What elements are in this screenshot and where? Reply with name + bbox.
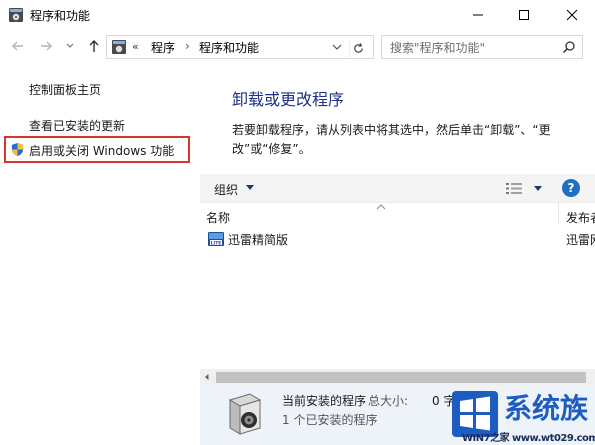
search-box[interactable]: 搜索"程序和功能" [381,35,583,59]
list-toolbar: 组织 ? [200,174,595,203]
view-options-icon[interactable] [506,182,522,195]
organize-button[interactable]: 组织 [214,181,238,198]
help-icon[interactable]: ? [562,179,580,197]
table-row[interactable]: LITE 迅雷精简版 迅雷网络 [206,229,595,249]
column-header-publisher[interactable]: 发布者 [566,209,595,226]
address-overflow[interactable]: « [132,40,139,53]
view-dropdown-icon[interactable] [534,186,542,191]
horizontal-scrollbar[interactable] [200,369,595,386]
up-arrow-icon [89,40,99,52]
installed-programs-icon [228,393,262,435]
sidebar-item-control-panel-home[interactable]: 控制面板主页 [29,81,101,98]
installed-count: 1 个已安装的程序 [282,413,378,427]
shield-icon [11,142,24,157]
breadcrumb-programs-features[interactable]: 程序和功能 [199,39,259,56]
sort-ascending-icon [376,204,386,210]
search-input[interactable]: 搜索"程序和功能" [390,39,485,56]
programs-app-icon [9,8,23,22]
sidebar-item-label: 启用或关闭 Windows 功能 [29,144,175,158]
refresh-button[interactable] [349,39,367,57]
refresh-icon [354,42,363,53]
sidebar: 控制面板主页 查看已安装的更新 启用或关闭 Windows 功能 [0,64,200,445]
minimize-icon [473,14,483,16]
page-description: 若要卸载程序，请从列表中将其选中，然后单击“卸载”、“更改”或“修复”。 [232,123,551,156]
address-bar[interactable]: « 程序 › 程序和功能 [106,35,374,59]
search-icon[interactable] [562,40,576,54]
installed-programs-label: 当前安装的程序 [282,394,367,408]
navigation-bar: « 程序 › 程序和功能 搜索"程序和功能" [0,30,595,64]
minimize-button[interactable] [455,0,501,30]
column-header-name[interactable]: 名称 [206,209,230,226]
control-panel-icon [112,40,126,54]
watermark: 系统族 WIN7之家 www.wt029.com [448,385,595,445]
recent-locations-button[interactable] [62,38,78,54]
up-button[interactable] [86,38,102,54]
maximize-button[interactable] [501,0,547,30]
program-publisher: 迅雷网络 [566,233,595,247]
svg-text:LITE: LITE [211,240,222,246]
sidebar-item-view-installed-updates[interactable]: 查看已安装的更新 [29,117,125,134]
chevron-down-icon [66,43,74,48]
close-icon [566,9,578,21]
chevron-down-icon[interactable] [330,40,344,54]
scrollbar-thumb[interactable] [216,372,586,383]
program-name: 迅雷精简版 [228,233,289,247]
program-list: 名称 发布者 LITE 迅雷精简版 迅雷网络 [200,203,595,369]
thunder-lite-app-icon: LITE [208,232,224,246]
watermark-url: WIN7之家 www.wt029.com [462,433,595,444]
sidebar-item-windows-features[interactable]: 启用或关闭 Windows 功能 [4,136,190,163]
organize-dropdown-icon[interactable] [246,185,254,190]
breadcrumb-programs[interactable]: 程序 [151,39,175,56]
window-title: 程序和功能 [30,9,91,23]
total-size-label: 总大小: [368,394,409,408]
close-button[interactable] [549,0,595,30]
title-bar: 程序和功能 [0,0,595,30]
back-button[interactable] [10,38,26,54]
watermark-title: 系统族 [504,392,589,425]
page-title: 卸载或更改程序 [232,90,345,109]
forward-button[interactable] [38,38,54,54]
breadcrumb-separator[interactable]: › [185,39,190,53]
column-divider[interactable] [558,203,559,225]
forward-arrow-icon [41,41,52,51]
maximize-icon [519,10,529,20]
scroll-left-icon[interactable] [202,372,212,382]
back-arrow-icon [12,41,23,51]
